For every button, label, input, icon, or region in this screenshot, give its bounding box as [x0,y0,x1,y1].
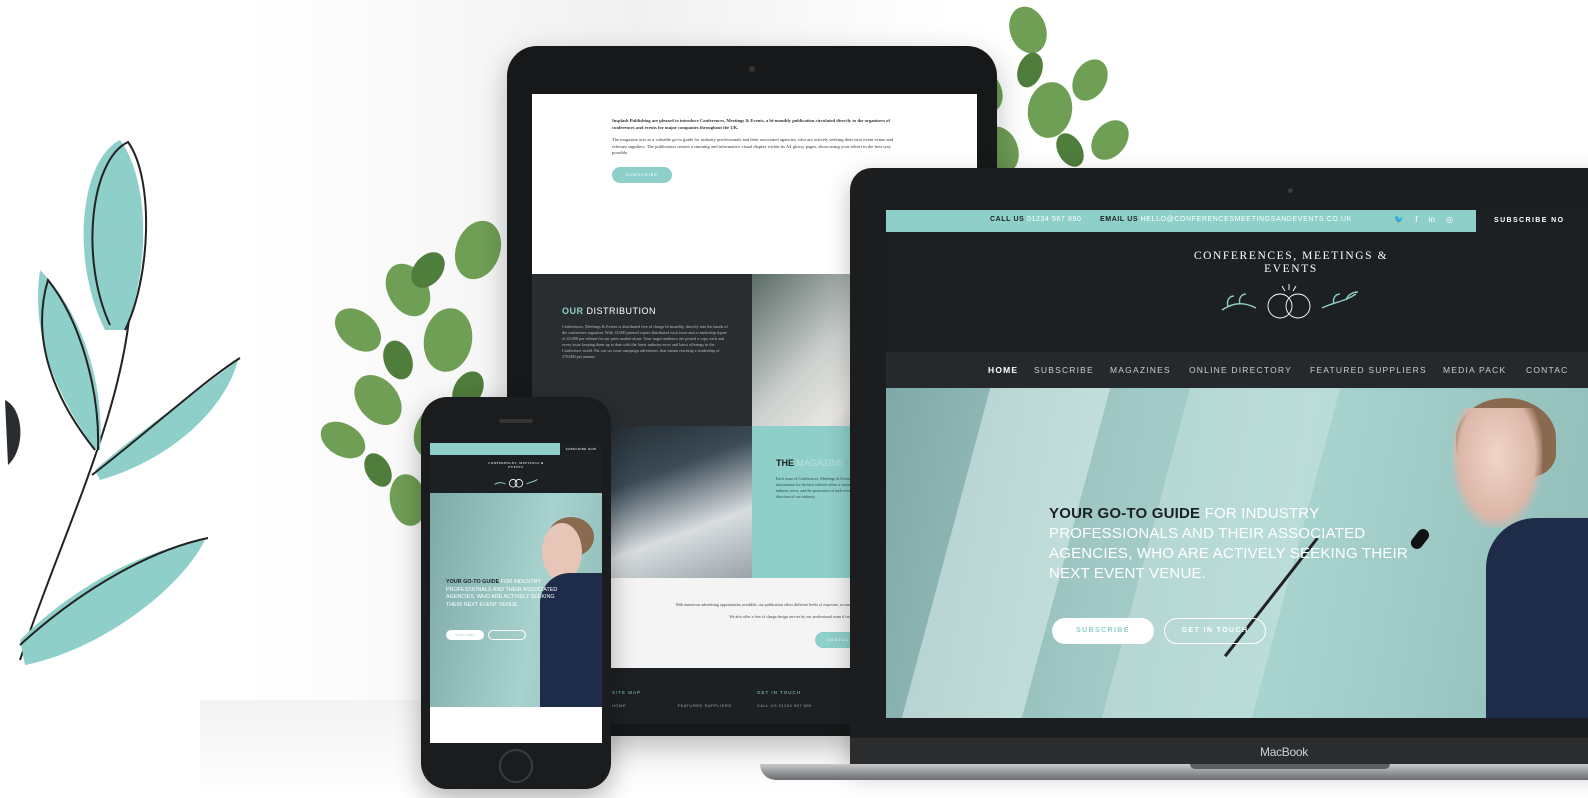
hero-speaker-face [1452,408,1542,528]
laptop-brand-label: MacBook [1260,745,1308,759]
phone-header: CONFERENCES, MEETINGS & EVENTS [430,455,602,493]
phone-hero: YOUR GO-TO GUIDE FOR INDUSTRY PROFESSION… [430,493,602,707]
nav-subscribe[interactable]: SUBSCRIBE [1034,365,1094,375]
laptop-base [760,764,1588,780]
subscribe-now-button[interactable]: SUBSCRIBE NO [1476,210,1588,232]
tablet-intro-body: The magazine acts as a valuable go-to gu… [612,137,894,155]
laptop-device: CALL US 01234 567 890 EMAIL US HELLO@CON… [850,168,1588,766]
phone-subscribe-now-button[interactable]: SUBSCRIBE NOW [560,443,602,455]
branch-illustration-icon [5,140,241,665]
laptop-screen: CALL US 01234 567 890 EMAIL US HELLO@CON… [886,210,1588,718]
nav-media-pack[interactable]: MEDIA PACK [1443,365,1506,375]
laptop-topbar: CALL US 01234 567 890 EMAIL US HELLO@CON… [886,210,1588,232]
tablet-subscribe-button[interactable]: SUBSCRIBE [612,166,672,183]
nav-magazines[interactable]: MAGAZINES [1110,365,1171,375]
tablet-footer-link-featured-suppliers[interactable]: FEATURED SUPPLIERS [678,703,732,708]
laptop-hero: YOUR GO-TO GUIDE FOR INDUSTRY PROFESSION… [886,388,1588,718]
phone-home-button [499,749,533,783]
laptop-header: CONFERENCES, MEETINGS & EVENTS [886,232,1588,352]
topbar-email-link[interactable]: HELLO@CONFERENCESMEETINGSANDEVENTS.CO.UK [1141,216,1352,223]
facebook-icon[interactable]: f [1415,215,1417,224]
phone-screen: SUBSCRIBE NOW CONFERENCES, MEETINGS & EV… [430,443,602,743]
tablet-footer-sitemap: SITE MAP HOME FEATURED SUPPLIERS [612,690,731,708]
instagram-icon[interactable]: ◎ [1446,215,1453,224]
phone-hero-headline: YOUR GO-TO GUIDE FOR INDUSTRY PROFESSION… [446,579,558,608]
nav-featured-suppliers[interactable]: FEATURED SUPPLIERS [1310,365,1427,375]
tablet-footer-link-home[interactable]: HOME [612,703,626,708]
hero-subscribe-button[interactable]: SUBSCRIBE [1052,618,1154,644]
tablet-footer-sitemap-heading: SITE MAP [612,690,642,695]
topbar-call: CALL US 01234 567 890 [990,216,1082,223]
tablet-distribution-body: Conferences, Meetings & Events is distri… [562,324,728,359]
phone-logo-mark-icon [494,479,538,488]
laptop-chin: MacBook [850,738,1588,766]
tablet-footer-contact: GET IN TOUCH CALL US 01234 567 890 [757,690,812,708]
laptop-notch [1190,764,1390,769]
tablet-footer-contact-heading: GET IN TOUCH [757,690,802,695]
twitter-icon[interactable]: 🐦 [1394,215,1404,224]
tablet-footer-contact-line: CALL US 01234 567 890 [757,703,812,708]
phone-device: SUBSCRIBE NOW CONFERENCES, MEETINGS & EV… [421,397,611,789]
nav-contact[interactable]: CONTAC [1526,365,1568,375]
hero-microphone-head [1408,526,1432,552]
laptop-main-nav: HOME SUBSCRIBE MAGAZINES ONLINE DIRECTOR… [886,352,1588,388]
tablet-camera [749,66,755,72]
topbar-phone-link[interactable]: 01234 567 890 [1027,216,1082,223]
laptop-camera [1288,188,1293,193]
linkedin-icon[interactable]: in [1429,215,1435,224]
phone-hero-subscribe-button[interactable]: SUBSCRIBE [446,630,484,640]
site-logo-text[interactable]: CONFERENCES, MEETINGS & EVENTS [1176,250,1406,276]
phone-logo-text[interactable]: CONFERENCES, MEETINGS & EVENTS [486,461,546,469]
topbar-social-icons: 🐦 f in ◎ [1394,215,1462,224]
hero-speaker-body [1486,518,1588,718]
topbar-email: EMAIL US HELLO@CONFERENCESMEETINGSANDEVE… [1100,216,1352,223]
nav-online-directory[interactable]: ONLINE DIRECTORY [1189,365,1292,375]
phone-speaker [499,419,533,423]
nav-home[interactable]: HOME [988,365,1018,375]
site-logo-mark-icon [1221,284,1359,319]
tablet-distribution-heading: OUR DISTRIBUTION [562,306,657,316]
tablet-intro-lead: Insplash Publishing are pleased to intro… [612,118,891,130]
hero-get-in-touch-button[interactable]: GET IN TOUCH [1164,618,1266,644]
phone-topbar: SUBSCRIBE NOW [430,443,602,455]
phone-hero-secondary-button[interactable] [488,630,526,640]
hero-headline: YOUR GO-TO GUIDE FOR INDUSTRY PROFESSION… [1049,505,1408,582]
